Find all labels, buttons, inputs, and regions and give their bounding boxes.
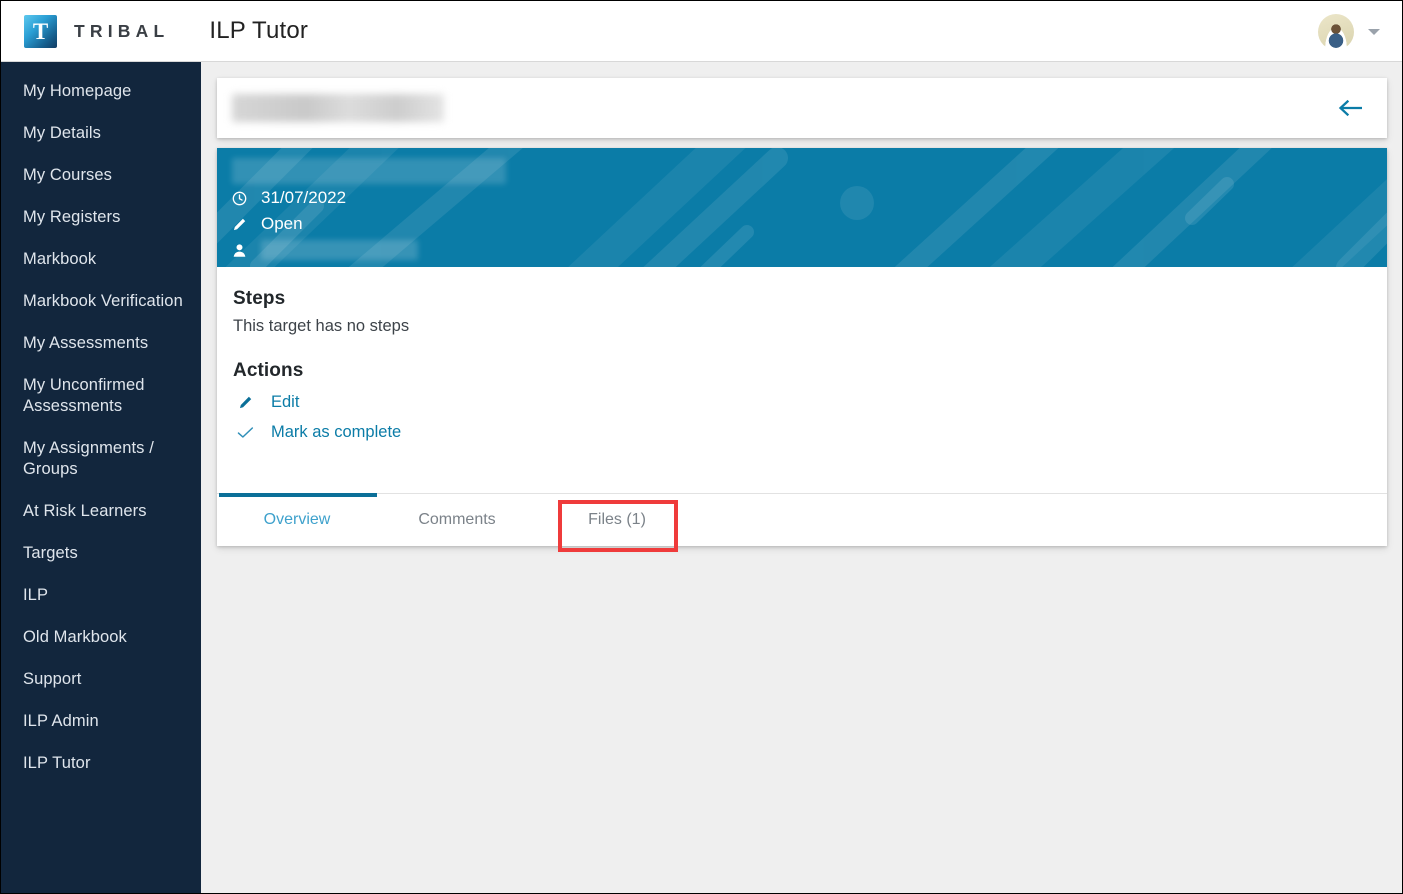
page-title: ILP Tutor [209,17,309,44]
pencil-icon [233,395,257,410]
banner-date-row: 31/07/2022 [232,186,1387,210]
sidebar-item-old-markbook[interactable]: Old Markbook [1,616,201,658]
sidebar-item-ilp-tutor[interactable]: ILP Tutor [1,742,201,784]
top-bar: T TRIBAL ILP Tutor [1,1,1402,62]
tab-files[interactable]: Files (1) [537,494,697,546]
redacted-title [232,94,444,122]
action-edit-label: Edit [271,393,300,411]
app-window: T TRIBAL ILP Tutor My Homepage My Detail… [0,0,1403,894]
sidebar-item-my-unconfirmed-assessments[interactable]: My Unconfirmed Assessments [1,364,201,427]
redacted-person-name [261,240,418,260]
brand-name: TRIBAL [74,20,170,41]
tab-comments[interactable]: Comments [377,494,537,546]
sidebar-item-my-registers[interactable]: My Registers [1,196,201,238]
banner-status: Open [261,214,303,233]
person-icon [232,243,254,258]
avatar[interactable] [1318,13,1354,50]
sidebar-item-my-assessments[interactable]: My Assessments [1,322,201,364]
sidebar-item-my-homepage[interactable]: My Homepage [1,70,201,112]
banner-status-row: Open [232,212,1387,236]
chevron-down-icon[interactable] [1368,28,1380,35]
sidebar: My Homepage My Details My Courses My Reg… [1,62,201,893]
clock-icon [232,191,254,206]
banner-content: 31/07/2022 Open [217,148,1387,262]
sidebar-item-targets[interactable]: Targets [1,532,201,574]
pencil-icon [232,217,254,232]
target-banner: 31/07/2022 Open [217,148,1387,267]
user-menu[interactable] [1318,1,1380,62]
main-content: 31/07/2022 Open Steps This target has no… [201,62,1402,893]
sidebar-item-ilp[interactable]: ILP [1,574,201,616]
arrow-left-icon[interactable] [1337,98,1363,118]
redacted-target-title [232,158,506,184]
sidebar-item-my-details[interactable]: My Details [1,112,201,154]
action-edit[interactable]: Edit [233,393,1387,412]
sidebar-item-at-risk-learners[interactable]: At Risk Learners [1,490,201,532]
banner-person-row [232,238,1387,262]
sidebar-item-ilp-admin[interactable]: ILP Admin [1,700,201,742]
check-icon [233,425,257,440]
tab-bar: Overview Comments Files (1) [217,493,1387,552]
target-detail-card: 31/07/2022 Open Steps This target has no… [217,148,1387,552]
steps-heading: Steps [233,288,286,309]
tribal-logo-icon: T [24,14,57,48]
breadcrumb-card [217,78,1387,138]
tab-overview[interactable]: Overview [217,494,377,546]
sidebar-item-my-assignments-groups[interactable]: My Assignments / Groups [1,427,201,490]
sidebar-item-markbook-verification[interactable]: Markbook Verification [1,280,201,322]
actions-heading: Actions [233,360,304,381]
overview-panel: Steps This target has no steps Actions E… [217,267,1387,493]
action-mark-complete-label: Mark as complete [271,423,402,441]
brand-logo[interactable]: T TRIBAL [24,14,170,48]
sidebar-item-support[interactable]: Support [1,658,201,700]
steps-empty-text: This target has no steps [233,317,410,335]
sidebar-item-my-courses[interactable]: My Courses [1,154,201,196]
sidebar-item-markbook[interactable]: Markbook [1,238,201,280]
action-mark-as-complete[interactable]: Mark as complete [233,423,1387,442]
banner-date: 31/07/2022 [261,188,347,207]
